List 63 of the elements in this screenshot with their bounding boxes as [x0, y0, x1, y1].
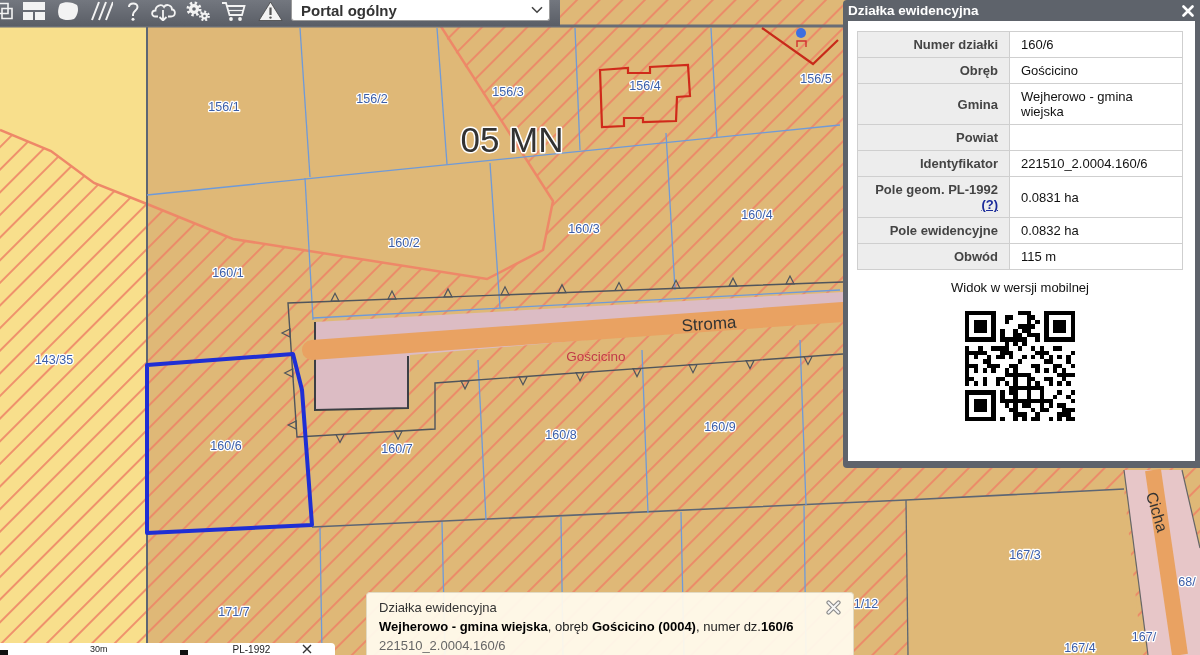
parcel-number: 160/7	[381, 442, 413, 456]
parcel-number: 156/5	[800, 72, 832, 86]
field-label: Identyfikator	[857, 150, 1010, 177]
parcel-number: 1/12	[853, 597, 879, 611]
field-label: Obwód	[857, 243, 1010, 270]
field-label: Numer działki	[857, 31, 1010, 58]
crs-label: PL-1992	[232, 644, 271, 655]
field-value: 160/6	[1009, 31, 1183, 58]
warning-icon[interactable]	[258, 1, 283, 21]
settings-icon[interactable]	[185, 1, 211, 21]
parcel-number: 160/6	[210, 439, 242, 453]
street-name: Cicha	[1142, 489, 1172, 535]
parcel-number: 160/9	[704, 420, 736, 434]
scale-distance: 30m	[90, 644, 108, 654]
field-value: Wejherowo - gmina wiejska	[1009, 83, 1183, 125]
parcel-number: 156/1	[208, 100, 240, 114]
layout-icon[interactable]	[23, 1, 45, 21]
close-icon[interactable]	[302, 644, 313, 654]
cloud-download-icon[interactable]	[150, 1, 176, 21]
portal-dropdown[interactable]: Portal ogólny	[291, 0, 550, 21]
field-value: Gościcino	[1009, 57, 1183, 84]
qr-code-icon	[965, 311, 1075, 421]
zone-symbol: 05 MN	[460, 119, 564, 159]
help-icon[interactable]	[127, 1, 139, 21]
scale-tick-icon	[179, 650, 188, 655]
blob-icon[interactable]	[57, 1, 79, 21]
parcel-number: 160/2	[388, 236, 420, 250]
parcel-number: 167/3	[1009, 548, 1041, 562]
parcel-number: 160/3	[568, 222, 600, 236]
field-label: Obręb	[857, 57, 1010, 84]
chevron-down-icon	[531, 6, 543, 14]
parcel-number: 68/	[1178, 575, 1196, 589]
field-label: Pole geom. PL-1992	[875, 182, 998, 197]
parcel-number: 167/	[1131, 630, 1157, 644]
parcel-number: 167/4	[1064, 641, 1096, 655]
parcel-number: 156/2	[356, 92, 388, 106]
scale-tick-icon	[0, 650, 8, 655]
cart-icon[interactable]	[221, 1, 246, 21]
location-marker-icon	[796, 28, 807, 48]
parcel-number: 160/4	[741, 208, 773, 222]
parcel-number: 143/35	[34, 353, 74, 367]
tooltip-summary: Wejherowo - gmina wiejska, obręb Gościcino (0004), numer dz.160/6	[379, 618, 795, 636]
field-label: Powiat	[857, 124, 1010, 151]
parcel-number: 156/3	[492, 85, 524, 99]
squares-icon[interactable]	[0, 1, 14, 21]
locality-name: Gościcino	[566, 348, 626, 364]
street-name: Stroma	[681, 312, 737, 336]
parcel-number: 160/8	[545, 428, 577, 442]
parcel-number: 156/4	[629, 79, 661, 93]
field-value: 221510_2.0004.160/6	[1009, 150, 1183, 177]
field-value: 0.0832 ha	[1009, 217, 1183, 244]
mobile-view-label: Widok w wersji mobilnej	[951, 280, 1089, 295]
field-label: Gmina	[857, 83, 1010, 125]
parcel-number: 160/1	[212, 266, 244, 280]
field-label: Pole ewidencyjne	[857, 217, 1010, 244]
popup-title: Działka ewidencyjna	[848, 3, 979, 18]
field-value: 115 m	[1009, 243, 1183, 270]
field-value: 0.0831 ha	[1009, 176, 1183, 218]
parcel-number: 171/7	[218, 605, 250, 619]
hatching-icon[interactable]	[91, 1, 113, 21]
help-link[interactable]: (?)	[981, 197, 998, 212]
tooltip-identifier: 221510_2.0004.160/6	[379, 637, 507, 655]
tooltip-title: Działka ewidencyjna	[379, 599, 497, 617]
